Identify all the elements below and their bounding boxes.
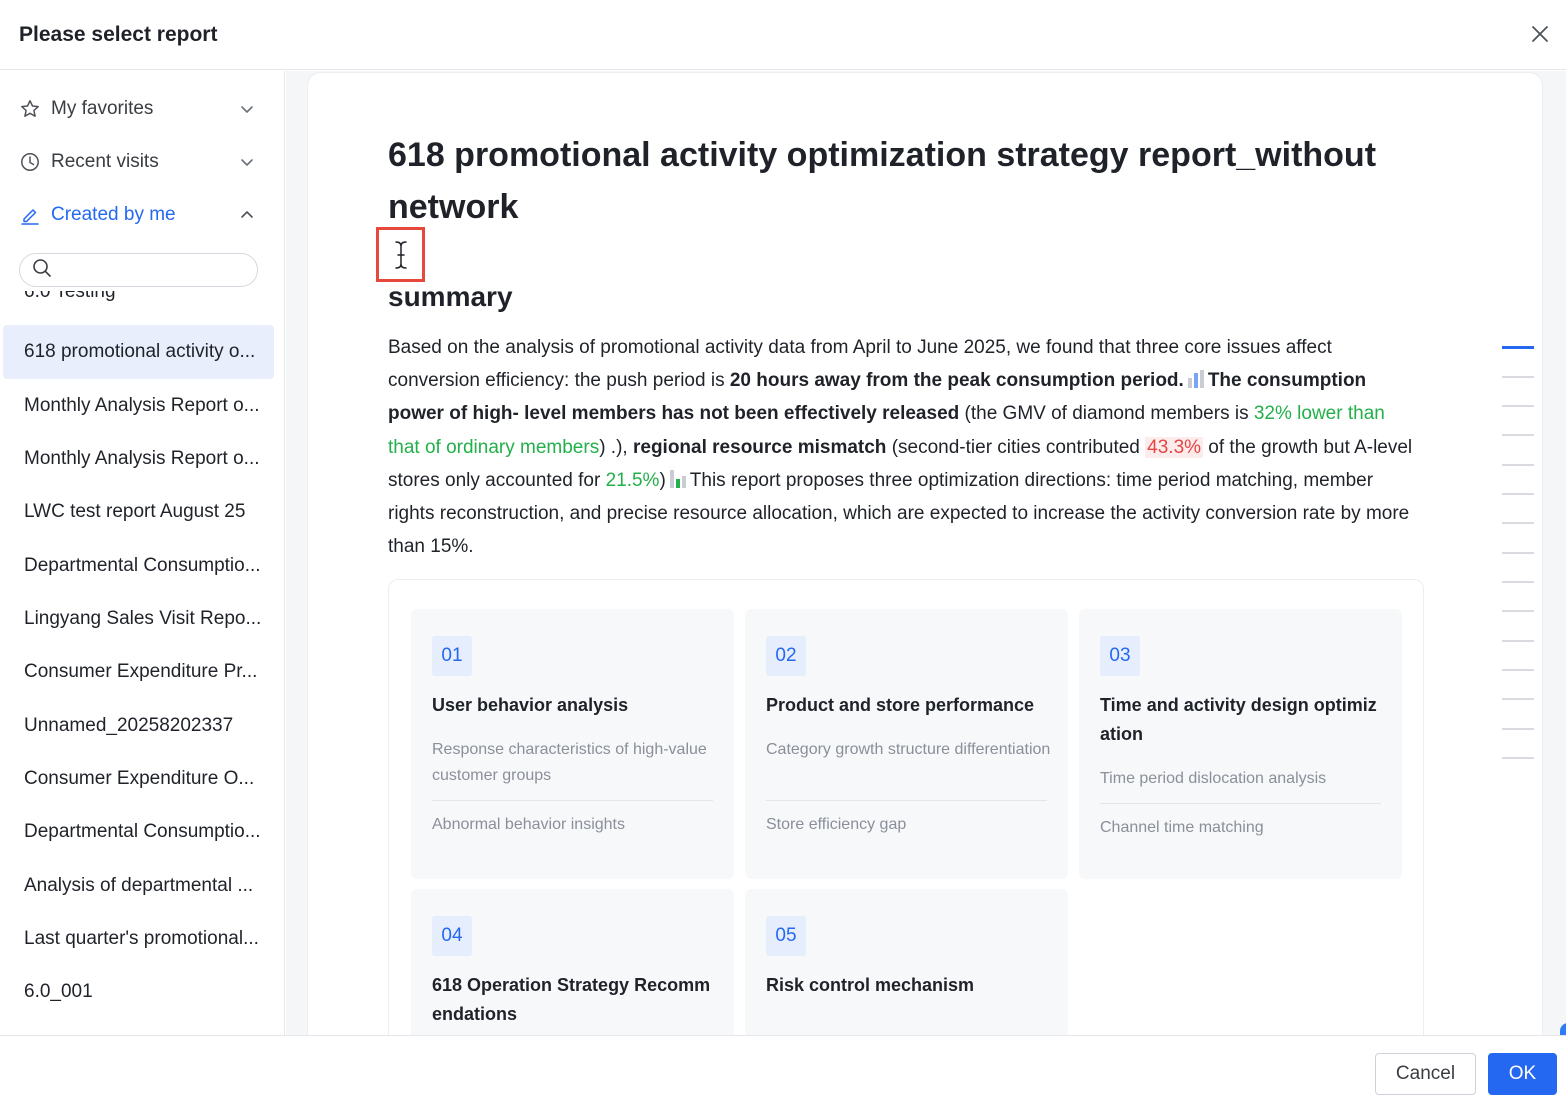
topic-subitem: Time period dislocation analysis xyxy=(1100,770,1327,787)
ok-button[interactable]: OK xyxy=(1488,1053,1557,1095)
report-preview-card: 618 promotional activity optimization st… xyxy=(307,72,1543,1035)
report-item[interactable]: Departmental Consumptio... xyxy=(3,805,274,859)
topic-subitem: Channel time matching xyxy=(1100,819,1264,836)
report-item[interactable]: Consumer Expenditure Pr... xyxy=(3,645,274,699)
report-item-selected[interactable]: 618 promotional activity o... xyxy=(3,325,274,379)
topic-number: 01 xyxy=(432,636,472,676)
group-created-by-me[interactable]: Created by me xyxy=(19,200,255,230)
report-item[interactable]: Last quarter's promotional... xyxy=(3,912,274,966)
summary-bold-run: regional resource mismatch xyxy=(632,436,887,458)
topic-number: 02 xyxy=(766,636,806,676)
report-item[interactable]: Consumer Expenditure O... xyxy=(3,752,274,806)
topic-card[interactable]: 02 Product and store performance Categor… xyxy=(745,609,1068,879)
topic-card[interactable]: 04 618 Operation Strategy Recommendation… xyxy=(411,889,734,1035)
chevron-up-icon[interactable] xyxy=(239,207,255,223)
topic-subitem: Response characteristics of high-value c… xyxy=(432,741,707,784)
report-list: 6.0 Testing 618 promotional activity o..… xyxy=(0,291,284,1035)
outline-tick[interactable] xyxy=(1502,522,1534,524)
dialog-footer: Cancel OK xyxy=(0,1035,1566,1104)
group-my-favorites[interactable]: My favorites xyxy=(19,94,255,124)
topic-title: 618 Operation Strategy Recommendations xyxy=(432,975,711,1024)
report-item[interactable]: 6.0_001 xyxy=(3,965,274,1019)
topic-title: Time and activity design optimization xyxy=(1100,695,1377,744)
close-button[interactable] xyxy=(1528,22,1552,46)
report-preview-area[interactable]: 618 promotional activity optimization st… xyxy=(286,71,1566,1035)
text-cursor-icon xyxy=(394,240,407,269)
topic-divider xyxy=(1100,803,1381,804)
close-icon[interactable] xyxy=(1531,25,1549,43)
report-search-box[interactable] xyxy=(19,253,265,287)
outline-tick[interactable] xyxy=(1502,669,1534,671)
outline-tick[interactable] xyxy=(1502,610,1534,612)
outline-tick[interactable] xyxy=(1502,728,1534,730)
floating-assistant-handle[interactable] xyxy=(1560,1023,1566,1035)
search-input[interactable] xyxy=(58,256,265,284)
outline-tick[interactable] xyxy=(1502,434,1534,436)
topic-number: 05 xyxy=(766,916,806,956)
group-label: Recent visits xyxy=(51,151,159,172)
topic-card[interactable]: 01 User behavior analysis Response chara… xyxy=(411,609,734,879)
report-item[interactable]: Monthly Analysis Report o... xyxy=(3,379,274,433)
bar-chart-icon xyxy=(1187,370,1204,389)
report-item[interactable]: 6.0 Testing xyxy=(3,291,274,319)
topic-title: User behavior analysis xyxy=(432,695,629,715)
outline-navigator xyxy=(1502,346,1534,766)
dialog-header: Please select report xyxy=(0,0,1566,70)
outline-tick-active[interactable] xyxy=(1502,346,1534,349)
report-sidebar: My favorites Recent visits Created by me… xyxy=(0,71,285,1035)
summary-text-run: (the GMV of diamond members is xyxy=(959,403,1254,425)
report-title: 618 promotional activity optimization st… xyxy=(388,136,1377,226)
star-icon xyxy=(19,98,41,120)
report-item[interactable]: Lingyang Sales Visit Repo... xyxy=(3,592,274,646)
topic-subitem: Abnormal behavior insights xyxy=(432,816,625,833)
topic-divider xyxy=(766,800,1047,801)
topic-title: Risk control mechanism xyxy=(766,975,975,995)
report-item[interactable]: Analysis of departmental ... xyxy=(3,859,274,913)
topic-subitem: Category growth structure differentiatio… xyxy=(766,741,1051,758)
summary-paragraph: Based on the analysis of promotional act… xyxy=(388,331,1418,563)
group-label: My favorites xyxy=(51,98,154,119)
outline-tick[interactable] xyxy=(1502,405,1534,407)
topic-card[interactable]: 03 Time and activity design optimization… xyxy=(1079,609,1402,879)
summary-red-run: 43.3% xyxy=(1145,436,1204,458)
outline-tick[interactable] xyxy=(1502,698,1534,700)
outline-tick[interactable] xyxy=(1502,757,1534,759)
topic-title: Product and store performance xyxy=(766,695,1035,715)
chevron-down-icon[interactable] xyxy=(239,101,255,117)
topic-subitem: Store efficiency gap xyxy=(766,816,907,833)
outline-tick[interactable] xyxy=(1502,581,1534,583)
edit-icon xyxy=(19,204,41,226)
report-item[interactable]: Monthly Analysis Report o... xyxy=(3,432,274,486)
clock-icon xyxy=(19,151,41,173)
outline-tick[interactable] xyxy=(1502,493,1534,495)
summary-text-run: ) .), xyxy=(599,436,633,458)
section-heading-summary: summary xyxy=(388,281,513,312)
topic-divider xyxy=(432,800,713,801)
dialog-title: Please select report xyxy=(19,22,218,46)
report-item[interactable]: Unnamed_20258202337 xyxy=(3,699,274,753)
topic-cards-panel: 01 User behavior analysis Response chara… xyxy=(388,579,1424,1035)
outline-tick[interactable] xyxy=(1502,552,1534,554)
group-label: Created by me xyxy=(51,204,176,225)
bar-chart-icon xyxy=(669,469,686,488)
report-item[interactable]: Departmental Consumptio... xyxy=(3,539,274,593)
text-cursor-highlight xyxy=(376,227,425,282)
summary-green-run: 21.5% xyxy=(605,469,660,491)
search-icon xyxy=(32,258,52,283)
topic-number: 03 xyxy=(1100,636,1140,676)
outline-tick[interactable] xyxy=(1502,464,1534,466)
cancel-button[interactable]: Cancel xyxy=(1375,1053,1476,1095)
topic-number: 04 xyxy=(432,916,472,956)
outline-tick[interactable] xyxy=(1502,640,1534,642)
summary-text-run: (second-tier cities contributed xyxy=(886,436,1146,458)
summary-text-run: ) xyxy=(659,469,666,491)
summary-bold-run: 20 hours away from the peak consumption … xyxy=(729,370,1184,392)
outline-tick[interactable] xyxy=(1502,376,1534,378)
group-recent-visits[interactable]: Recent visits xyxy=(19,147,255,177)
chevron-down-icon[interactable] xyxy=(239,154,255,170)
topic-card[interactable]: 05 Risk control mechanism xyxy=(745,889,1068,1035)
report-item[interactable]: LWC test report August 25 xyxy=(3,485,274,539)
